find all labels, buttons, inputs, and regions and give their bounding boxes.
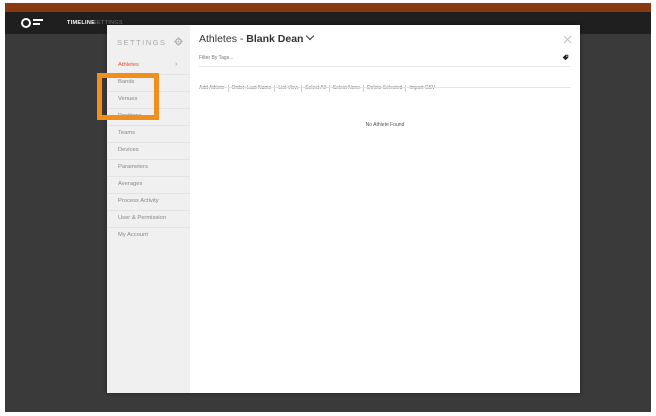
empty-state-message: No Athlete Found	[365, 122, 405, 128]
page-title-name: Blank Dean	[246, 33, 304, 45]
sidebar-title: SETTINGS	[117, 38, 167, 47]
sidebar-item-user-permission[interactable]: User & Permission	[107, 211, 190, 228]
chevron-down-icon	[306, 31, 315, 41]
sidebar-item-label: User & Permission	[118, 215, 166, 221]
sidebar-item-averages[interactable]: Averages	[107, 177, 190, 194]
sidebar-item-label: Devices	[118, 147, 139, 153]
main-panel: Athletes - Blank Dean Add AthleteOrder: …	[190, 25, 580, 393]
filter-tags-input[interactable]	[199, 55, 399, 61]
gear-icon[interactable]	[174, 37, 183, 46]
sidebar-item-my-account[interactable]: My Account	[107, 228, 190, 245]
sidebar-item-label: Parameters	[118, 164, 148, 170]
sidebar-item-label: Athletes	[118, 62, 139, 68]
nav-timeline[interactable]: TIMELINE	[67, 20, 95, 26]
settings-modal: SETTINGS Athletes › Bands Venues Positio…	[107, 25, 580, 393]
page-title[interactable]: Athletes - Blank Dean	[199, 31, 315, 45]
tag-icon[interactable]	[562, 54, 569, 61]
sidebar-item-label: Teams	[118, 130, 136, 136]
sidebar-item-process-activity[interactable]: Process Activity	[107, 194, 190, 211]
sidebar-item-label: Process Activity	[118, 198, 159, 204]
app-logo[interactable]	[21, 17, 47, 31]
sidebar-item-label: My Account	[118, 232, 148, 238]
filter-row	[199, 54, 571, 67]
chevron-right-icon: ›	[175, 61, 178, 68]
divider	[199, 87, 571, 88]
highlight-box	[97, 73, 159, 120]
sidebar-item-devices[interactable]: Devices	[107, 143, 190, 160]
sidebar-item-label: Averages	[118, 181, 143, 187]
sidebar-item-teams[interactable]: Teams	[107, 126, 190, 143]
athlete-toolbar: Add Athlete Order: Last Name List View Sele…	[199, 76, 438, 92]
sidebar-item-parameters[interactable]: Parameters	[107, 160, 190, 177]
close-icon[interactable]	[563, 35, 572, 44]
top-strip	[5, 3, 651, 12]
page-title-prefix: Athletes -	[199, 33, 247, 45]
